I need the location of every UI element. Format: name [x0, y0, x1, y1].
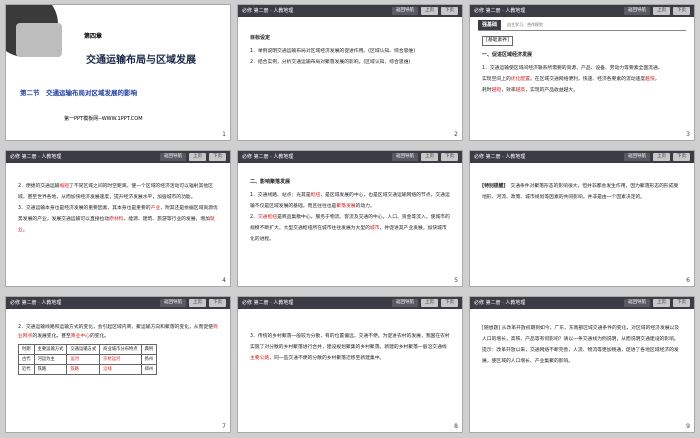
slide-thumbnail-5[interactable]: 必修 第二册 · 人教地理 返回导航 上页 下页 二、影响聚落发展 1．交通线路… — [237, 150, 463, 287]
prev-page-button[interactable]: 上页 — [421, 7, 438, 15]
question-text: [随想题] 从改革开放初期到如今，广东，东南部区域交通条件的变化，对区域的经济发… — [482, 326, 680, 342]
goal-item-2: 2．结合实例，分析交通运输布局对聚落发展的影响。(区域认知、综合思维) — [250, 60, 411, 65]
special-reminder: [特别提醒] 交通条件对聚落形态的影响很大，但并非都会发生作用，因为聚落形态的形… — [482, 184, 679, 200]
goal-item-1: 1．举例说明交通运输布局对区域经济发展的促进作用。(区域认知、综合思维) — [250, 49, 416, 54]
paragraph-intro: 2．交通运输线路和运输方式的变化，会引起区域内商、聚运输方向和聚落的变化，从而促… — [18, 325, 218, 339]
paragraph-village: 3．传统的乡村聚落一般较为分散，有的位置偏远，交通不便。为促进农村的发展，我国在… — [250, 334, 450, 361]
breadcrumb: 必修 第二册 · 人教地理 — [242, 8, 294, 14]
paragraph-2: 2．便捷的交通运输缩短了不同区域之间的时空距离，使一个区域的经济活动可以辐射其他… — [18, 184, 213, 200]
section-title: 第二节 交通运输布局对区域发展的影响 — [20, 89, 137, 97]
prev-page-button[interactable]: 上页 — [189, 153, 206, 161]
slide-thumbnail-9[interactable]: 必修 第二册 · 人教地理 返回导航 上页 下页 [随想题] 从改革开放初期到如… — [469, 296, 695, 433]
section-tag: 强基础 — [478, 19, 502, 30]
breadcrumb: 必修 第二册 · 人教地理 — [10, 300, 62, 306]
prev-page-button[interactable]: 上页 — [421, 153, 438, 161]
site-credit: 第一PPT模板网--WWW.1PPT.COM — [64, 116, 143, 122]
back-to-nav-button[interactable]: 返回导航 — [392, 153, 418, 161]
slide-thumbnail-1[interactable]: 第四章 交通运输布局与区域发展 第二节 交通运输布局对区域发展的影响 第一PPT… — [5, 4, 231, 141]
next-page-button[interactable]: 下页 — [673, 299, 690, 307]
table-row: 近代 铁路 铁路 沿线 郑州 — [18, 364, 158, 375]
prev-page-button[interactable]: 上页 — [653, 153, 670, 161]
section-strip: 强基础 自主学习、合作探究 — [478, 19, 686, 31]
slide-header: 必修 第二册 · 人教地理 返回导航 上页 下页 — [238, 151, 462, 163]
slide-header: 必修 第二册 · 人教地理 返回导航 上页 下页 — [238, 297, 462, 309]
slide-title: 交通运输布局与区域发展 — [86, 55, 196, 66]
title-image — [16, 23, 62, 57]
back-to-nav-button[interactable]: 返回导航 — [392, 299, 418, 307]
prev-page-button[interactable]: 上页 — [421, 299, 438, 307]
slide-thumbnail-4[interactable]: 必修 第二册 · 人教地理 返回导航 上页 下页 2．便捷的交通运输缩短了不同区… — [5, 150, 231, 287]
breadcrumb: 必修 第二册 · 人教地理 — [474, 8, 526, 14]
slide-header: 必修 第二册 · 人教地理 返回导航 上页 下页 — [470, 5, 694, 17]
page-number: 7 — [222, 423, 226, 430]
subsection-heading: 二、影响聚落发展 — [250, 179, 291, 185]
slide-thumbnail-8[interactable]: 必修 第二册 · 人教地理 返回导航 上页 下页 3．传统的乡村聚落一般较为分散… — [237, 296, 463, 433]
paragraph-2: 2．交通枢纽是商品集散中心，服务于物流、客流及交通的中心，人口、资金等流入，使城… — [250, 215, 450, 242]
answer-text: 提示：改革开放以来，交通网络不断完善，人流、物流等更加畅通，促进了各地区域经济的… — [482, 348, 679, 364]
page-number: 8 — [454, 423, 458, 430]
back-to-nav-button[interactable]: 返回导航 — [624, 299, 650, 307]
table-row: 古代 河运为主 运河 京杭运河 扬州 — [18, 354, 158, 365]
slide-header: 必修 第二册 · 人教地理 返回导航 上页 下页 — [6, 297, 230, 309]
reminder-label: [特别提醒] — [482, 184, 506, 189]
page-number: 3 — [686, 131, 690, 138]
back-to-nav-button[interactable]: 返回导航 — [392, 7, 418, 15]
next-page-button[interactable]: 下页 — [441, 153, 458, 161]
back-to-nav-button[interactable]: 返回导航 — [624, 7, 650, 15]
basics-paragraph: 1．交通运输使区域间经济联系所需要的资源、产品、设备、劳动力等要素全面流通， 实… — [482, 66, 663, 93]
next-page-button[interactable]: 下页 — [441, 299, 458, 307]
breadcrumb: 必修 第二册 · 人教地理 — [474, 154, 526, 160]
next-page-button[interactable]: 下页 — [209, 153, 226, 161]
prev-page-button[interactable]: 上页 — [189, 299, 206, 307]
page-number: 1 — [222, 131, 226, 138]
back-to-nav-button[interactable]: 返回导航 — [160, 153, 186, 161]
prev-page-button[interactable]: 上页 — [653, 7, 670, 15]
slide-thumbnail-6[interactable]: 必修 第二册 · 人教地理 返回导航 上页 下页 [特别提醒] 交通条件对聚落形… — [469, 150, 695, 287]
subsection-heading: 一、促进区域经济发展 — [482, 52, 533, 58]
page-number: 4 — [222, 277, 226, 284]
page-number: 2 — [454, 131, 458, 138]
commerce-table: 时期 主要运输方式 交通运输方式 商业城市分布特点 典例 古代 河运为主 运河 … — [18, 344, 158, 375]
back-to-nav-button[interactable]: 返回导航 — [624, 153, 650, 161]
breadcrumb: 必修 第二册 · 人教地理 — [10, 154, 62, 160]
section-note: 自主学习、合作探究 — [507, 21, 544, 27]
next-page-button[interactable]: 下页 — [673, 153, 690, 161]
goal-heading: 目标设定 — [250, 35, 271, 41]
page-number: 9 — [686, 423, 690, 430]
page-number: 6 — [686, 277, 690, 284]
slide-header: 必修 第二册 · 人教地理 返回导航 上页 下页 — [470, 151, 694, 163]
slide-header: 必修 第二册 · 人教地理 返回导航 上页 下页 — [470, 297, 694, 309]
breadcrumb: 必修 第二册 · 人教地理 — [242, 300, 294, 306]
table-header-row: 时期 主要运输方式 交通运输方式 商业城市分布特点 典例 — [18, 344, 158, 355]
slide-thumbnail-2[interactable]: 必修 第二册 · 人教地理 返回导航 上页 下页 目标设定 1．举例说明交通运输… — [237, 4, 463, 141]
page-number: 5 — [454, 277, 458, 284]
slide-thumbnail-3[interactable]: 必修 第二册 · 人教地理 返回导航 上页 下页 强基础 自主学习、合作探究 [… — [469, 4, 695, 141]
next-page-button[interactable]: 下页 — [209, 299, 226, 307]
next-page-button[interactable]: 下页 — [673, 7, 690, 15]
paragraph-3: 3．交通运输本身也是经济发展的重要因素，其本身也是重要的产业，附其还是依据区域资… — [18, 206, 218, 233]
back-to-nav-button[interactable]: 返回导航 — [160, 299, 186, 307]
basics-box-label: [基础素养] — [482, 36, 513, 46]
slide-thumbnail-7[interactable]: 必修 第二册 · 人教地理 返回导航 上页 下页 2．交通运输线路和运输方式的变… — [5, 296, 231, 433]
paragraph-1: 1．交通线路、站点：光其是枢纽，是区域发展的中心，也是区域交通运输网络的节点。交… — [250, 193, 450, 209]
slide-header: 必修 第二册 · 人教地理 返回导航 上页 下页 — [238, 5, 462, 17]
breadcrumb: 必修 第二册 · 人教地理 — [242, 154, 294, 160]
slide-header: 必修 第二册 · 人教地理 返回导航 上页 下页 — [6, 151, 230, 163]
chapter-label: 第四章 — [84, 33, 103, 40]
prev-page-button[interactable]: 上页 — [653, 299, 670, 307]
next-page-button[interactable]: 下页 — [441, 7, 458, 15]
breadcrumb: 必修 第二册 · 人教地理 — [474, 300, 526, 306]
